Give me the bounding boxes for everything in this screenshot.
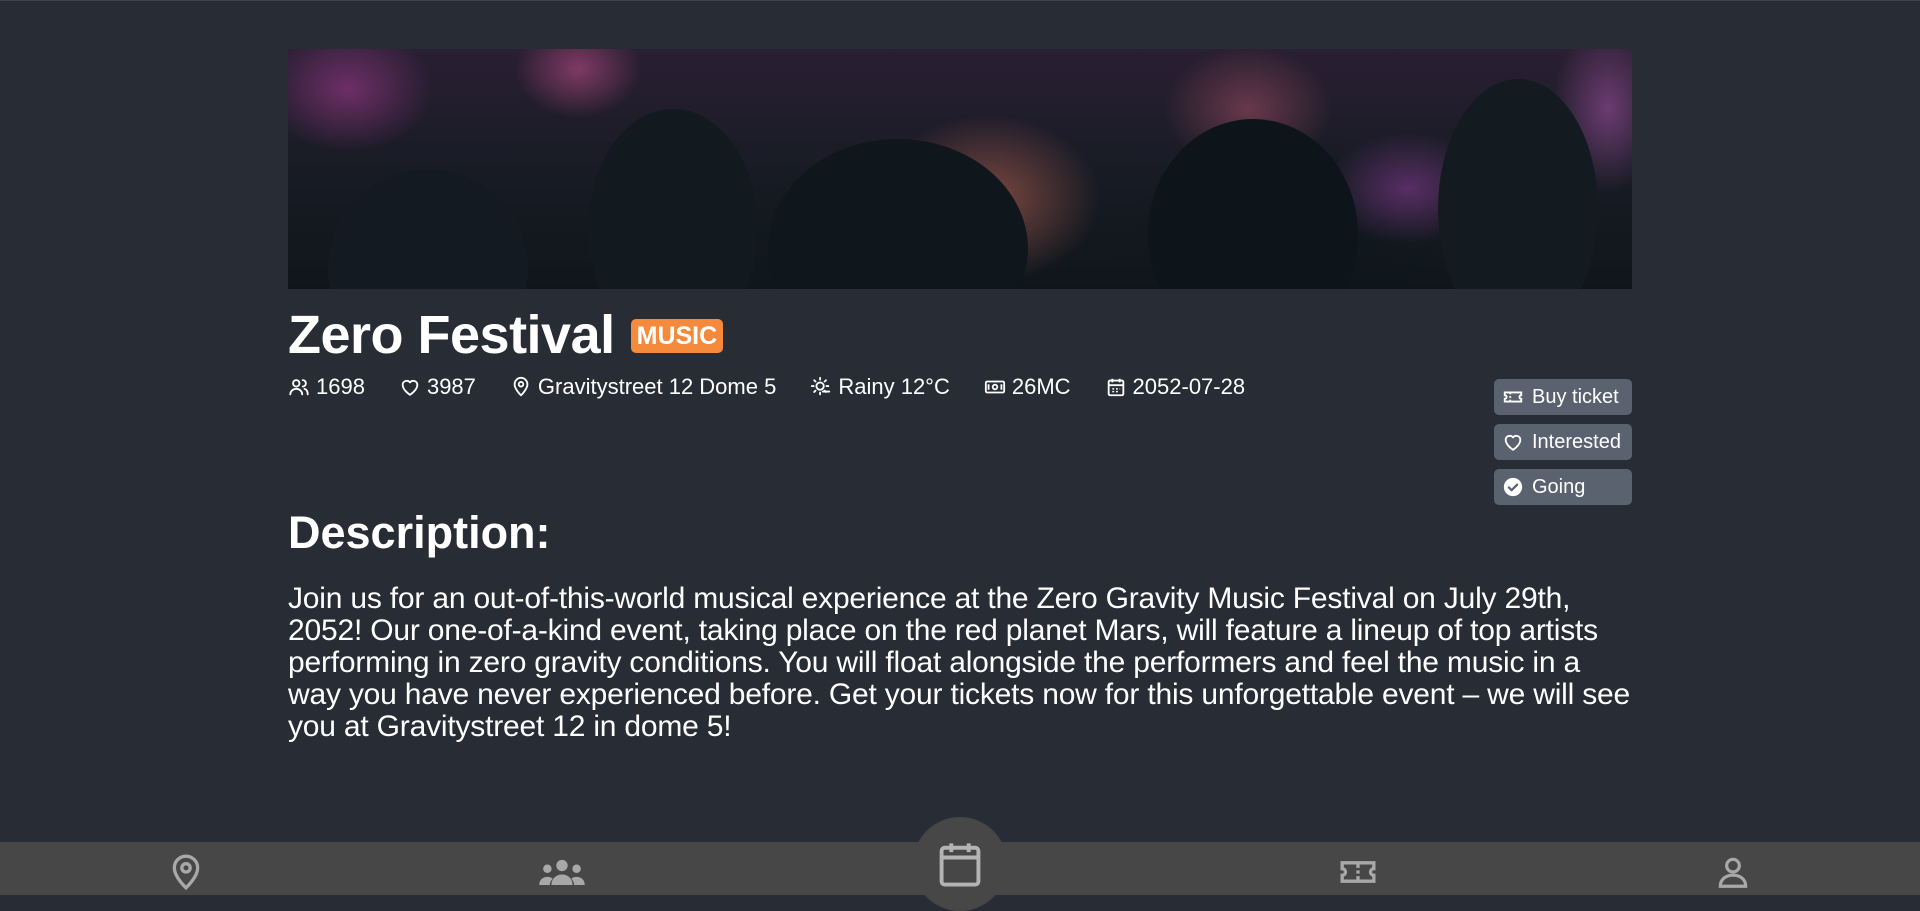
map-pin-icon (513, 376, 529, 397)
ticket-icon (1503, 391, 1523, 403)
buy-ticket-button[interactable]: Buy ticket (1494, 379, 1632, 415)
calendar-icon (1107, 378, 1124, 397)
map-pin-icon (172, 854, 200, 891)
buy-ticket-label: Buy ticket (1532, 385, 1619, 408)
date-text: 2052-07-28 (1132, 374, 1246, 399)
interested-label: Interested (1532, 430, 1621, 453)
interested-button[interactable]: Interested (1494, 424, 1632, 460)
nav-people[interactable] (536, 852, 588, 892)
calendar-icon (939, 843, 981, 887)
check-circle-icon (1503, 477, 1523, 497)
nav-calendar[interactable] (934, 836, 986, 892)
attendees-count: 1698 (316, 374, 365, 399)
heart-icon (401, 379, 419, 396)
event-actions: Buy ticket Interested Going (1494, 379, 1632, 514)
event-hero-image (288, 49, 1632, 289)
nav-profile[interactable] (1714, 852, 1752, 892)
weather-icon (811, 376, 831, 396)
date-meta: 2052-07-28 (1105, 374, 1246, 400)
weather-text: Rainy 12°C (838, 374, 950, 399)
title-row: Zero Festival MUSIC (288, 307, 1632, 363)
going-button[interactable]: Going (1494, 469, 1632, 505)
nav-tickets[interactable] (1335, 852, 1381, 892)
nav-map[interactable] (166, 852, 206, 892)
location-meta: Gravitystreet 12 Dome 5 (510, 374, 776, 400)
attendees-meta: 1698 (288, 374, 365, 400)
likes-meta: 3987 (399, 374, 476, 400)
ticket-icon (1340, 861, 1376, 883)
description-heading: Description: (288, 507, 551, 558)
heart-icon (1504, 434, 1522, 451)
top-divider (0, 0, 1920, 1)
description-text: Join us for an out-of-this-world musical… (288, 582, 1631, 743)
likes-count: 3987 (426, 374, 476, 399)
location-text: Gravitystreet 12 Dome 5 (537, 374, 777, 399)
user-icon (1718, 857, 1748, 888)
cash-icon (984, 380, 1005, 394)
price-meta: 26MC (984, 374, 1071, 400)
event-title: Zero Festival (288, 305, 615, 365)
event-page: Zero Festival MUSIC 1698 3987 Gravitystr… (288, 49, 1632, 743)
people-icon (289, 379, 309, 396)
category-badge: MUSIC (630, 319, 724, 353)
weather-meta: Rainy 12°C (810, 374, 950, 400)
going-label: Going (1532, 475, 1586, 498)
people-icon (539, 859, 585, 885)
event-meta: 1698 3987 Gravitystreet 12 Dome 5 Rainy … (288, 373, 1632, 401)
price-text: 26MC (1011, 374, 1071, 399)
